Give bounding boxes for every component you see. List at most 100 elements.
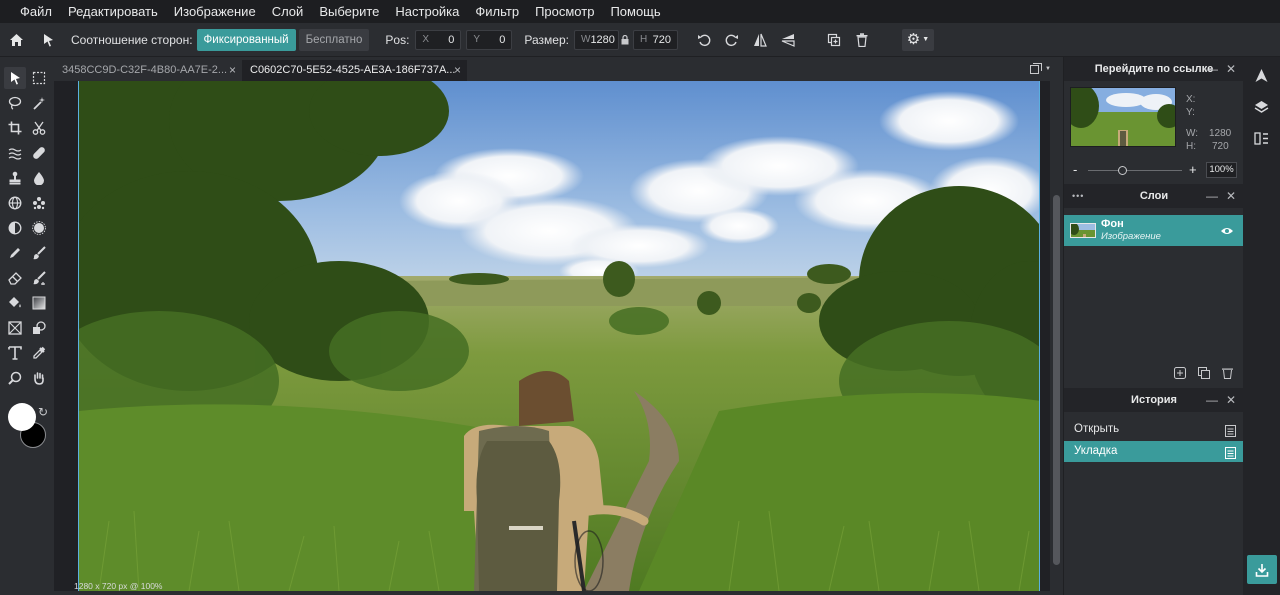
delete-layer-icon[interactable] (1222, 367, 1233, 382)
close-icon[interactable]: ✕ (1226, 388, 1236, 412)
minimize-icon[interactable]: — (1206, 57, 1218, 81)
menu-image[interactable]: Изображение (166, 0, 264, 23)
sphere-tool[interactable] (4, 192, 26, 214)
menu-layer[interactable]: Слой (264, 0, 312, 23)
select-tool[interactable] (4, 67, 26, 89)
foreground-color-swatch[interactable] (8, 403, 36, 431)
lasso-tool[interactable] (4, 92, 26, 114)
menu-view[interactable]: Просмотр (527, 0, 602, 23)
rotate-left-icon[interactable] (690, 23, 718, 57)
eraser-tool[interactable] (4, 267, 26, 289)
canvas-image[interactable] (78, 81, 1040, 591)
panel-switcher-bar (1243, 57, 1280, 595)
download-icon (1255, 563, 1269, 577)
marquee-tool[interactable] (28, 67, 50, 89)
hand-tool[interactable] (28, 367, 50, 389)
clone-brush-icon (33, 271, 46, 285)
liquify-icon (8, 148, 22, 160)
minimize-icon[interactable]: — (1206, 184, 1218, 208)
vertical-scrollbar[interactable] (1050, 81, 1063, 591)
close-icon[interactable]: ✕ (1226, 57, 1236, 81)
navigator-thumbnail[interactable] (1070, 87, 1176, 147)
lock-icon[interactable] (619, 23, 631, 57)
nav-x-label: X: (1186, 94, 1196, 105)
delete-icon[interactable] (848, 23, 876, 57)
move-tool-icon[interactable] (32, 23, 64, 57)
cut-tool[interactable] (28, 117, 50, 139)
text-tool[interactable] (4, 342, 26, 364)
aspect-free-button[interactable]: Бесплатно (298, 28, 370, 51)
aspect-fixed-button[interactable]: Фиксированный (196, 28, 296, 51)
menu-edit[interactable]: Редактировать (60, 0, 166, 23)
canvas-area[interactable] (54, 81, 1050, 591)
shape-tool[interactable] (28, 317, 50, 339)
pattern-tool[interactable] (28, 192, 50, 214)
navigator-toggle-icon[interactable] (1254, 68, 1269, 86)
window-layout-icon[interactable]: ▼ (1030, 62, 1052, 76)
layers-toggle-icon[interactable] (1254, 100, 1269, 118)
home-icon[interactable] (0, 23, 32, 57)
history-toggle-icon[interactable] (1254, 131, 1269, 149)
settings-dropdown-button[interactable]: ⚙ ▼ (901, 28, 934, 51)
close-icon[interactable]: × (454, 60, 461, 81)
pos-x-field[interactable]: X 0 (415, 29, 462, 50)
menu-help[interactable]: Помощь (602, 0, 668, 23)
liquify-tool[interactable] (4, 142, 26, 164)
zoom-out-button[interactable]: - (1073, 162, 1077, 177)
zoom-slider-knob[interactable] (1117, 166, 1127, 175)
duplicate-layer-icon[interactable] (1198, 367, 1210, 382)
tab-document-2[interactable]: C0602C70-5E52-4525-AE3A-186F737A... × (242, 60, 467, 81)
healing-tool[interactable] (28, 142, 50, 164)
nav-y-label: Y: (1186, 107, 1195, 118)
swap-colors-icon[interactable]: ↻ (38, 405, 48, 419)
menu-select[interactable]: Выберите (311, 0, 387, 23)
stamp-tool[interactable] (4, 167, 26, 189)
pos-y-field[interactable]: Y 0 (466, 29, 513, 50)
duplicate-icon[interactable] (820, 23, 848, 57)
pos-x-value: 0 (448, 33, 455, 46)
pos-y-value: 0 (499, 33, 506, 46)
globe-icon (8, 196, 22, 210)
width-field[interactable]: W 1280 (573, 29, 619, 50)
close-icon[interactable]: ✕ (1226, 184, 1236, 208)
fill-tool[interactable] (4, 292, 26, 314)
menu-adjust[interactable]: Настройка (387, 0, 467, 23)
flip-vertical-icon[interactable] (774, 23, 802, 57)
frame-icon (8, 321, 22, 335)
layers-menu-icon[interactable]: ••• (1072, 184, 1084, 208)
sponge-tool[interactable] (28, 217, 50, 239)
download-button[interactable] (1247, 555, 1277, 584)
navigator-title: Перейдите по ссылке (1094, 63, 1214, 75)
layer-row[interactable]: Фон Изображение (1064, 215, 1244, 246)
minimize-icon[interactable]: — (1206, 388, 1218, 412)
magic-wand-tool[interactable] (28, 92, 50, 114)
menu-file[interactable]: Файл (12, 0, 60, 23)
history-item[interactable]: Укладка (1064, 441, 1244, 462)
menu-filter[interactable]: Фильтр (467, 0, 527, 23)
add-layer-icon[interactable] (1174, 367, 1186, 382)
stamp-icon (9, 171, 21, 185)
dodge-burn-tool[interactable] (4, 217, 26, 239)
close-icon[interactable]: × (229, 60, 236, 81)
zoom-slider[interactable] (1088, 166, 1182, 175)
scrollbar-thumb[interactable] (1053, 195, 1060, 565)
rotate-right-icon[interactable] (718, 23, 746, 57)
flip-horizontal-icon[interactable] (746, 23, 774, 57)
eraser-icon (8, 272, 22, 285)
gradient-tool[interactable] (28, 292, 50, 314)
placeholder-tool[interactable] (4, 317, 26, 339)
eyedropper-tool[interactable] (28, 342, 50, 364)
zoom-in-button[interactable]: + (1189, 162, 1197, 177)
pencil-tool[interactable] (4, 242, 26, 264)
brush-tool[interactable] (28, 242, 50, 264)
history-item[interactable]: Открыть (1064, 419, 1244, 440)
blur-tool[interactable] (28, 167, 50, 189)
zoom-tool[interactable] (4, 367, 26, 389)
clone-brush-tool[interactable] (28, 267, 50, 289)
layers-panel-header: ••• Слои — ✕ (1064, 184, 1244, 208)
crop-tool[interactable] (4, 117, 26, 139)
zoom-input[interactable]: 100% (1206, 162, 1237, 178)
tab-document-1[interactable]: 3458CC9D-C32F-4B80-AA7E-2... × (54, 60, 242, 81)
eye-icon[interactable] (1220, 225, 1234, 239)
height-field[interactable]: H 720 (632, 29, 678, 50)
